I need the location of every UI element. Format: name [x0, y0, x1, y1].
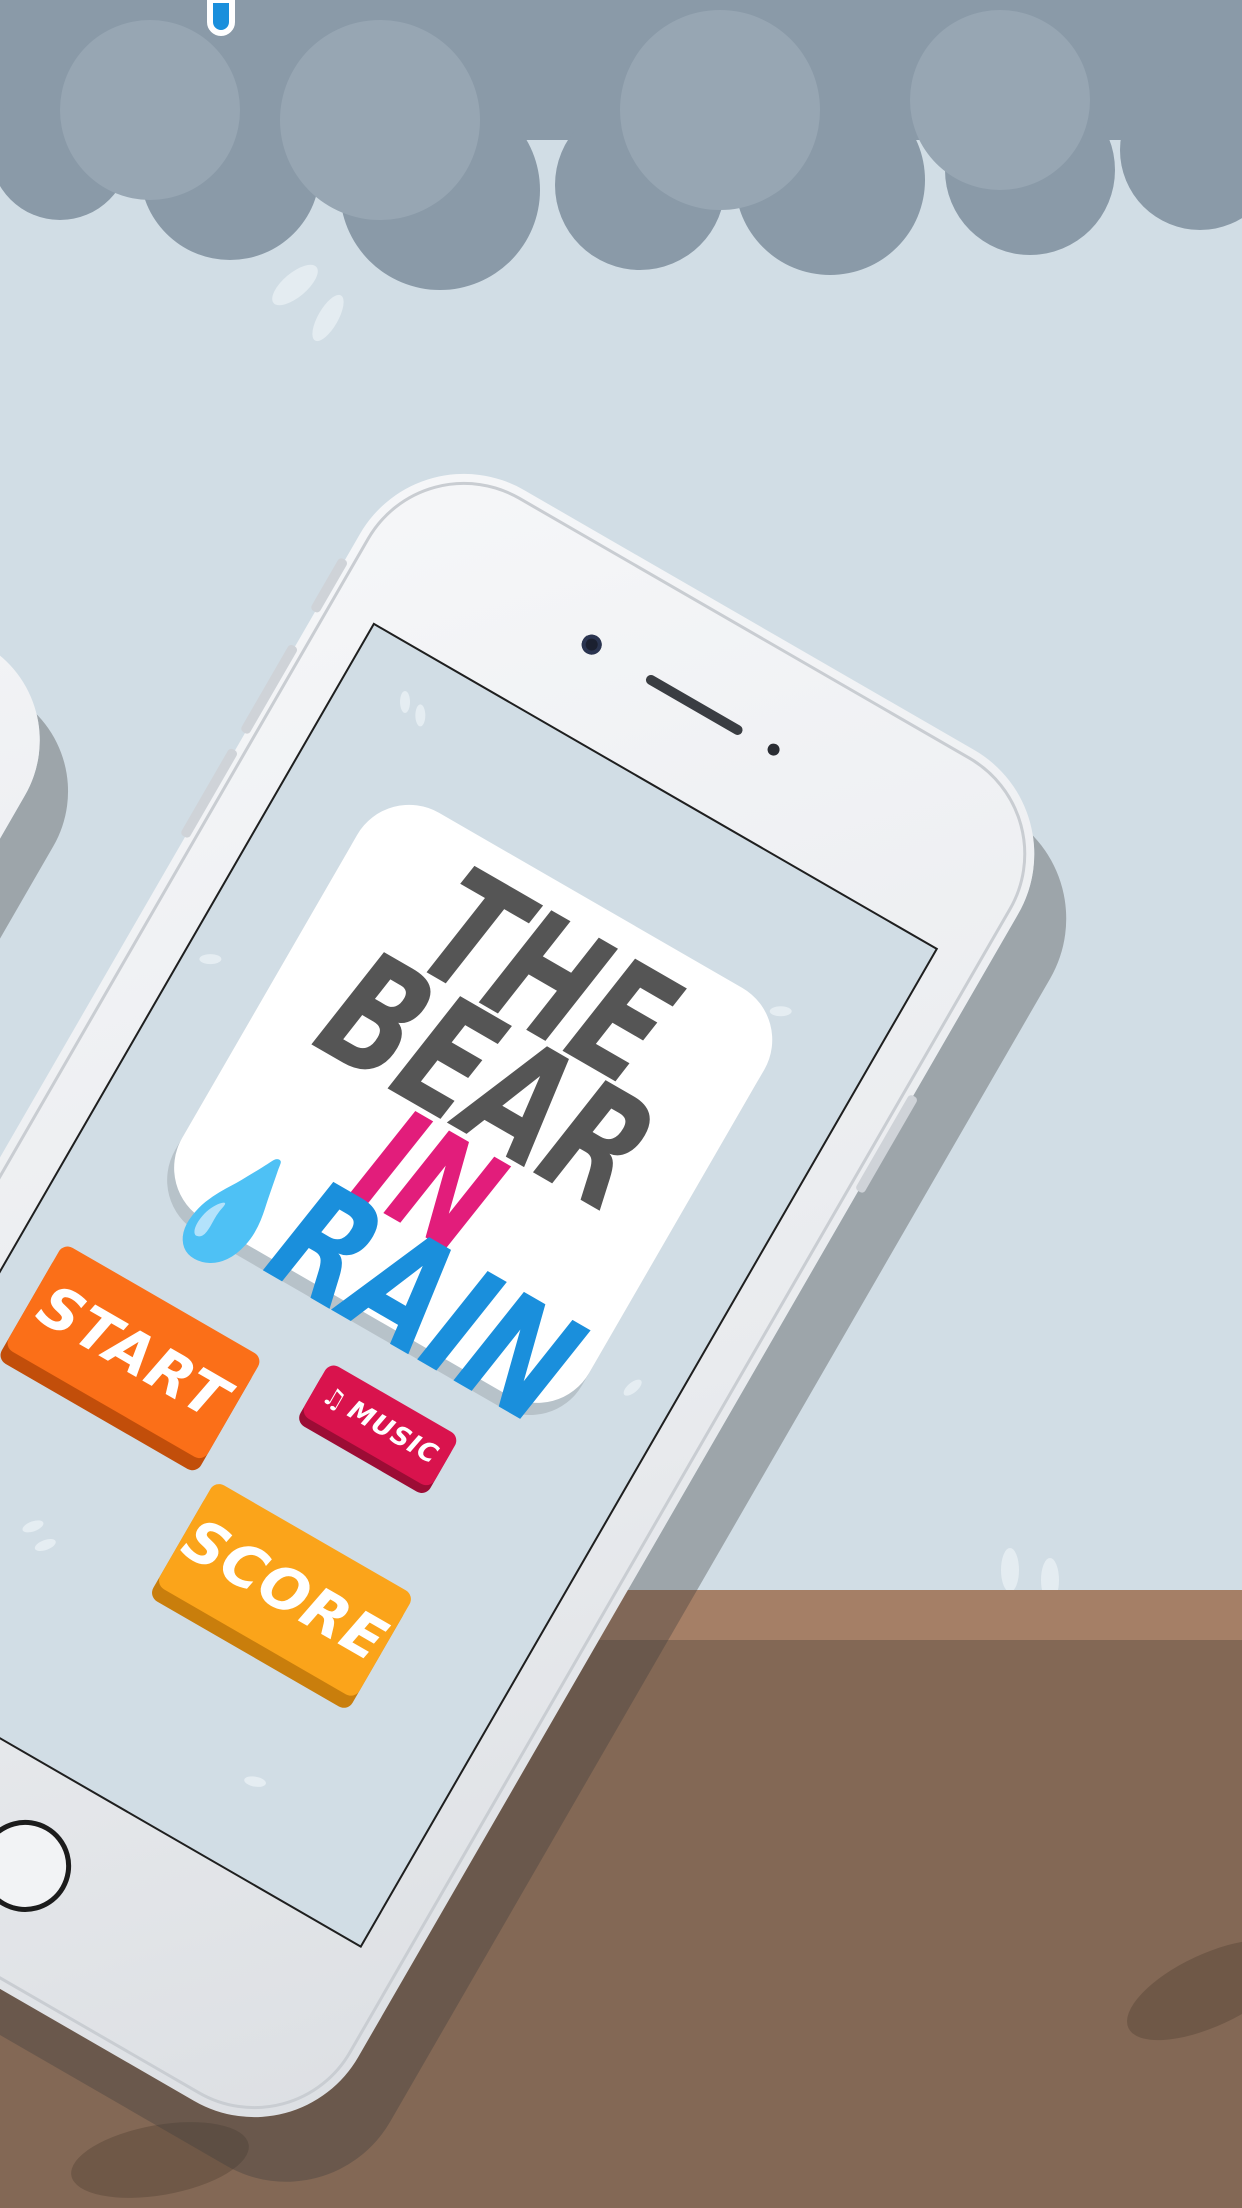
- score-button-label: SCORE: [171, 1504, 399, 1676]
- cloud-bank: [0, 0, 1242, 290]
- raindrop-icon: [207, 0, 235, 36]
- screenshot-stage: THE BEAR IN 💧RAIN START ♫MUSIC SCORE: [0, 0, 1242, 2208]
- score-button[interactable]: SCORE: [155, 1480, 415, 1700]
- game-logo: THE BEAR IN 💧RAIN: [148, 782, 795, 1459]
- start-button-label: START: [26, 1270, 241, 1434]
